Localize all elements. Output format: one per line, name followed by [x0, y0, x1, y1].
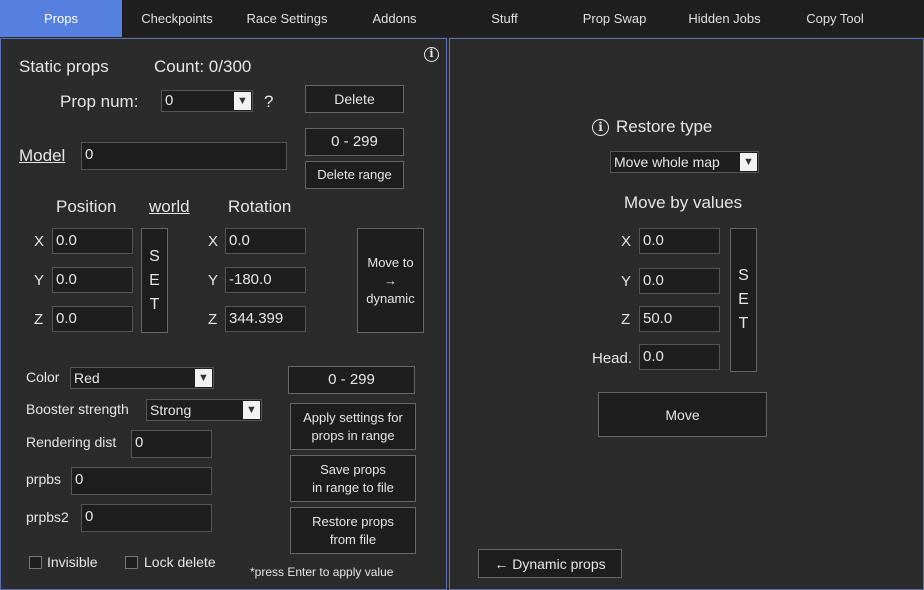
position-label: Position: [56, 197, 117, 216]
dynamic-props-button[interactable]: ← Dynamic props: [478, 549, 622, 578]
rot-z-label: Z: [208, 311, 218, 328]
range-apply-input[interactable]: 0 - 299: [288, 366, 415, 394]
tab-props[interactable]: Props: [0, 0, 122, 37]
invisible-checkbox[interactable]: [29, 556, 42, 569]
heading-input[interactable]: 0.0: [639, 344, 720, 370]
move-x-input[interactable]: 0.0: [639, 228, 720, 254]
info-icon[interactable]: i: [592, 119, 609, 136]
booster-select[interactable]: Strong ▼: [146, 399, 262, 421]
range-input[interactable]: 0 - 299: [305, 128, 404, 156]
static-props-panel: i Static props Count: 0/300 Prop num: 0 ▼…: [0, 38, 447, 590]
booster-label: Booster strength: [26, 401, 129, 417]
set-position-button[interactable]: SET: [141, 228, 168, 333]
move-z-input[interactable]: 50.0: [639, 306, 720, 332]
prpbs-input[interactable]: 0: [71, 467, 212, 495]
rotation-label: Rotation: [228, 197, 292, 216]
pos-z-input[interactable]: 0.0: [52, 306, 133, 332]
rot-x-input[interactable]: 0.0: [225, 228, 306, 254]
restore-props-button[interactable]: Restore props from file: [290, 507, 416, 554]
set-move-button[interactable]: SET: [730, 228, 757, 372]
rot-y-label: Y: [208, 272, 219, 289]
heading-label: Head.: [592, 350, 633, 367]
tab-prop-swap[interactable]: Prop Swap: [562, 0, 667, 37]
delete-button[interactable]: Delete: [305, 85, 404, 113]
chevron-down-icon: ▼: [195, 369, 212, 387]
tab-copy-tool[interactable]: Copy Tool: [782, 0, 888, 37]
hint-text: *press Enter to apply value: [250, 565, 394, 579]
model-link[interactable]: Model: [19, 146, 65, 166]
move-x-label: X: [621, 233, 632, 250]
chevron-down-icon: ▼: [243, 401, 260, 419]
move-button[interactable]: Move: [598, 392, 767, 437]
model-input[interactable]: 0: [81, 142, 287, 170]
tab-race-settings[interactable]: Race Settings: [232, 0, 342, 37]
tab-bar: Props Checkpoints Race Settings Addons S…: [0, 0, 924, 37]
tab-hidden-jobs[interactable]: Hidden Jobs: [667, 0, 782, 37]
color-select[interactable]: Red ▼: [70, 367, 214, 389]
tab-addons[interactable]: Addons: [342, 0, 447, 37]
static-props-title: Static props: [19, 57, 109, 76]
invisible-label: Invisible: [47, 554, 98, 570]
prop-num-select[interactable]: 0 ▼: [161, 90, 253, 112]
delete-range-button[interactable]: Delete range: [305, 161, 404, 189]
prpbs-label: prpbs: [26, 471, 62, 487]
move-by-values-label: Move by values: [624, 193, 743, 212]
pos-y-input[interactable]: 0.0: [52, 267, 133, 293]
pos-x-label: X: [34, 233, 45, 250]
prop-num-help[interactable]: ?: [264, 92, 273, 112]
world-toggle[interactable]: world: [149, 197, 190, 217]
prop-count: Count: 0/300: [154, 57, 252, 76]
rot-z-input[interactable]: 344.399: [225, 306, 306, 332]
apply-settings-button[interactable]: Apply settings for props in range: [290, 403, 416, 450]
move-to-dynamic-button[interactable]: Move to → dynamic: [357, 228, 424, 333]
save-props-button[interactable]: Save props in range to file: [290, 455, 416, 502]
lock-delete-checkbox[interactable]: [125, 556, 138, 569]
color-label: Color: [26, 369, 60, 385]
chevron-down-icon: ▼: [740, 153, 757, 171]
lock-delete-label: Lock delete: [144, 554, 216, 570]
prop-num-label: Prop num:: [60, 92, 139, 111]
rot-x-label: X: [208, 233, 219, 250]
render-dist-label: Rendering dist: [26, 434, 117, 450]
restore-type-select[interactable]: Move whole map ▼: [610, 151, 759, 173]
pos-y-label: Y: [34, 272, 45, 289]
prpbs2-label: prpbs2: [26, 509, 69, 525]
move-y-label: Y: [621, 273, 632, 290]
restore-type-label: Restore type: [616, 117, 713, 136]
pos-x-input[interactable]: 0.0: [52, 228, 133, 254]
chevron-down-icon: ▼: [234, 92, 251, 110]
info-icon[interactable]: i: [424, 47, 439, 62]
pos-z-label: Z: [34, 311, 44, 328]
restore-panel: i Restore type Move whole map ▼ Move by v…: [449, 38, 924, 590]
tab-checkpoints[interactable]: Checkpoints: [122, 0, 232, 37]
render-dist-input[interactable]: 0: [131, 430, 212, 458]
prpbs2-input[interactable]: 0: [81, 504, 212, 532]
tab-stuff[interactable]: Stuff: [447, 0, 562, 37]
rot-y-input[interactable]: -180.0: [225, 267, 306, 293]
move-z-label: Z: [621, 311, 631, 328]
move-y-input[interactable]: 0.0: [639, 268, 720, 294]
